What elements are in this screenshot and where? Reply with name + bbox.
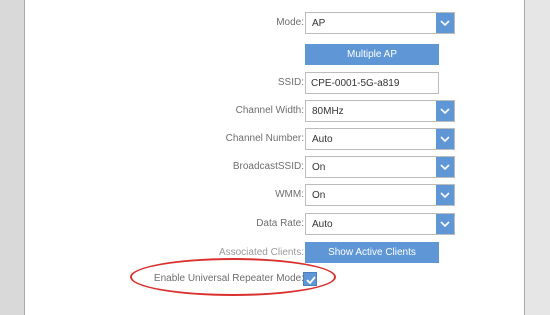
chevron-down-icon[interactable] — [436, 13, 454, 33]
chevron-down-icon[interactable] — [436, 157, 454, 177]
channel-width-select[interactable]: 80MHz — [305, 100, 455, 122]
highlight-ellipse — [130, 258, 336, 296]
chevron-down-icon[interactable] — [436, 214, 454, 234]
chevron-down-icon[interactable] — [436, 101, 454, 121]
data-rate-select[interactable]: Auto — [305, 213, 455, 235]
wmm-select[interactable]: On — [305, 184, 455, 206]
settings-panel: Mode: AP Multiple AP SSID: CPE-0001-5G-a… — [0, 0, 550, 315]
mode-label: Mode: — [276, 17, 304, 28]
data-rate-label: Data Rate: — [256, 218, 304, 229]
channel-number-value: Auto — [312, 134, 333, 145]
wmm-label: WMM: — [275, 189, 304, 200]
broadcast-ssid-value: On — [312, 162, 326, 173]
channel-number-select[interactable]: Auto — [305, 128, 455, 150]
channel-width-row: Channel Width: 80MHz — [0, 100, 550, 124]
associated-clients-label: Associated Clients: — [218, 247, 304, 258]
chevron-down-icon[interactable] — [436, 185, 454, 205]
data-rate-row: Data Rate: Auto — [0, 213, 550, 237]
data-rate-value: Auto — [312, 219, 333, 230]
ssid-row: SSID: CPE-0001-5G-a819 — [0, 72, 550, 96]
broadcast-ssid-label: BroadcastSSID: — [232, 161, 304, 172]
ssid-value: CPE-0001-5G-a819 — [311, 78, 400, 89]
channel-number-row: Channel Number: Auto — [0, 128, 550, 152]
multiple-ap-button[interactable]: Multiple AP — [305, 44, 439, 65]
multiple-ap-row: Multiple AP — [0, 44, 550, 68]
mode-row: Mode: AP — [0, 12, 550, 36]
wmm-value: On — [312, 190, 326, 201]
show-active-clients-button[interactable]: Show Active Clients — [305, 242, 439, 263]
chevron-down-icon[interactable] — [436, 129, 454, 149]
mode-value: AP — [312, 18, 326, 29]
channel-width-value: 80MHz — [312, 106, 344, 117]
broadcast-ssid-row: BroadcastSSID: On — [0, 156, 550, 180]
channel-width-label: Channel Width: — [235, 105, 304, 116]
wmm-row: WMM: On — [0, 184, 550, 208]
mode-select[interactable]: AP — [305, 12, 455, 34]
channel-number-label: Channel Number: — [225, 133, 304, 144]
broadcast-ssid-select[interactable]: On — [305, 156, 455, 178]
ssid-input[interactable]: CPE-0001-5G-a819 — [305, 72, 439, 94]
ssid-label: SSID: — [277, 77, 304, 88]
